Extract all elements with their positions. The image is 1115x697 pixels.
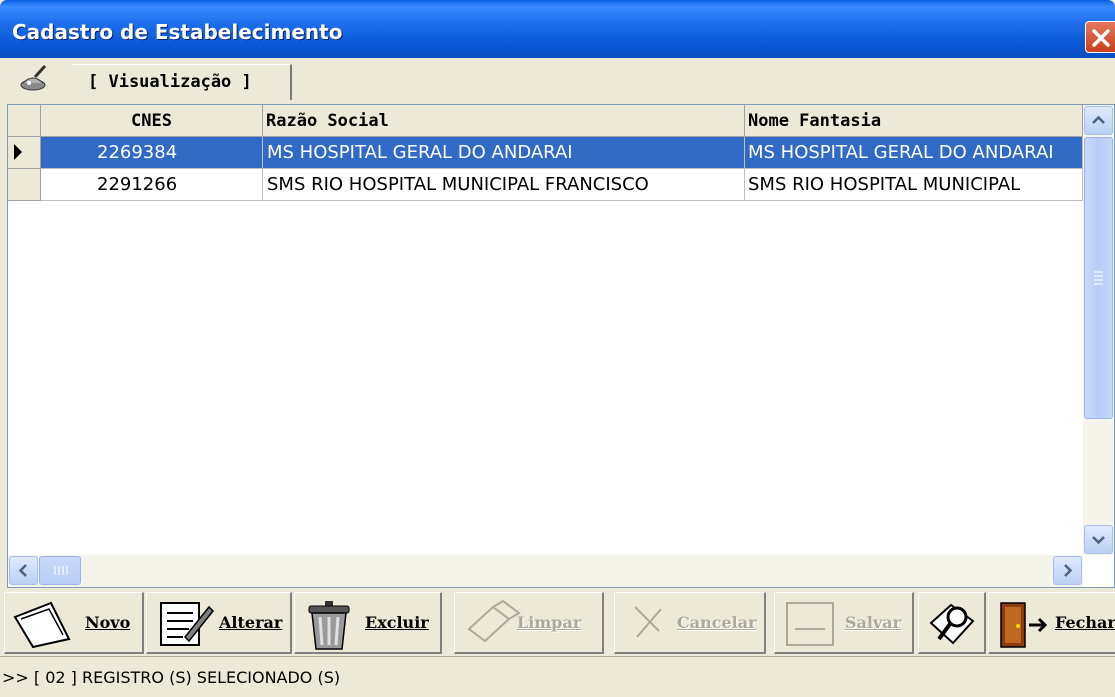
cell-razao-social[interactable]: SMS RIO HOSPITAL MUNICIPAL FRANCISCO	[263, 169, 745, 201]
close-button[interactable]	[1085, 21, 1115, 53]
cell-cnes[interactable]: 2291266	[41, 169, 263, 201]
save-disk-icon	[786, 602, 834, 646]
cell-nome-fantasia[interactable]: MS HOSPITAL GERAL DO ANDARAI	[745, 137, 1083, 169]
grip-icon	[1094, 271, 1103, 285]
grid-corner	[8, 105, 41, 137]
fechar-label: Fechar	[1055, 613, 1115, 632]
excluir-label: Excluir	[365, 613, 429, 632]
horizontal-scroll-thumb[interactable]	[39, 556, 81, 585]
grip-icon	[54, 566, 68, 575]
scroll-left-button[interactable]	[9, 556, 38, 585]
eraser-icon	[467, 599, 521, 643]
chevron-right-icon	[1064, 564, 1073, 577]
title-bar: Cadastro de Estabelecimento	[0, 0, 1115, 58]
scroll-right-button[interactable]	[1053, 556, 1082, 585]
tab-visualizacao[interactable]: [ Visualização ]	[72, 64, 292, 100]
close-icon	[1092, 29, 1110, 47]
alterar-label: Alterar	[219, 613, 283, 632]
scroll-down-button[interactable]	[1084, 525, 1113, 554]
limpar-label: Limpar	[517, 613, 582, 632]
cell-cnes[interactable]: 2269384	[41, 137, 263, 169]
search-magnifier-icon	[929, 603, 975, 645]
column-header-cnes[interactable]: CNES	[41, 105, 263, 137]
tab-label: [ Visualização ]	[88, 72, 252, 92]
data-grid[interactable]: CNES Razão Social Nome Fantasia 2269384 …	[7, 104, 1115, 588]
novo-button[interactable]: Novo	[4, 592, 144, 654]
trash-can-icon	[308, 601, 350, 650]
salvar-label: Salvar	[845, 613, 902, 632]
row-indicator	[8, 169, 41, 201]
vertical-scroll-thumb[interactable]	[1084, 137, 1113, 419]
novo-label: Novo	[85, 613, 131, 632]
cancelar-label: Cancelar	[677, 613, 757, 632]
status-text: >> [ 02 ] REGISTRO (S) SELECIONADO (S)	[2, 668, 341, 687]
window-title: Cadastro de Estabelecimento	[12, 20, 343, 44]
cancelar-button[interactable]: Cancelar	[614, 592, 766, 654]
edit-document-icon	[160, 602, 215, 646]
chevron-left-icon	[18, 564, 27, 577]
excluir-button[interactable]: Excluir	[294, 592, 442, 654]
new-document-icon	[13, 601, 71, 649]
cell-razao-social[interactable]: MS HOSPITAL GERAL DO ANDARAI	[263, 137, 745, 169]
limpar-button[interactable]: Limpar	[454, 592, 604, 654]
brush-icon	[20, 64, 47, 91]
cell-nome-fantasia[interactable]: SMS RIO HOSPITAL MUNICIPAL	[745, 169, 1083, 201]
search-button[interactable]	[918, 592, 986, 654]
status-bar: >> [ 02 ] REGISTRO (S) SELECIONADO (S)	[0, 656, 1115, 697]
vertical-scrollbar[interactable]	[1083, 105, 1114, 555]
chevron-down-icon	[1092, 536, 1105, 545]
horizontal-scrollbar[interactable]	[8, 555, 1083, 587]
column-header-nome-fantasia[interactable]: Nome Fantasia	[745, 105, 1083, 137]
scroll-up-button[interactable]	[1084, 106, 1113, 135]
alterar-button[interactable]: Alterar	[146, 592, 292, 654]
fechar-button[interactable]: Fechar	[988, 592, 1115, 654]
row-pointer-icon	[14, 144, 22, 160]
row-indicator	[8, 137, 41, 169]
column-header-razao-social[interactable]: Razão Social	[263, 105, 745, 137]
chevron-up-icon	[1092, 115, 1105, 124]
exit-door-icon	[1000, 602, 1048, 648]
cancel-x-icon	[634, 606, 662, 638]
salvar-button[interactable]: Salvar	[774, 592, 914, 654]
